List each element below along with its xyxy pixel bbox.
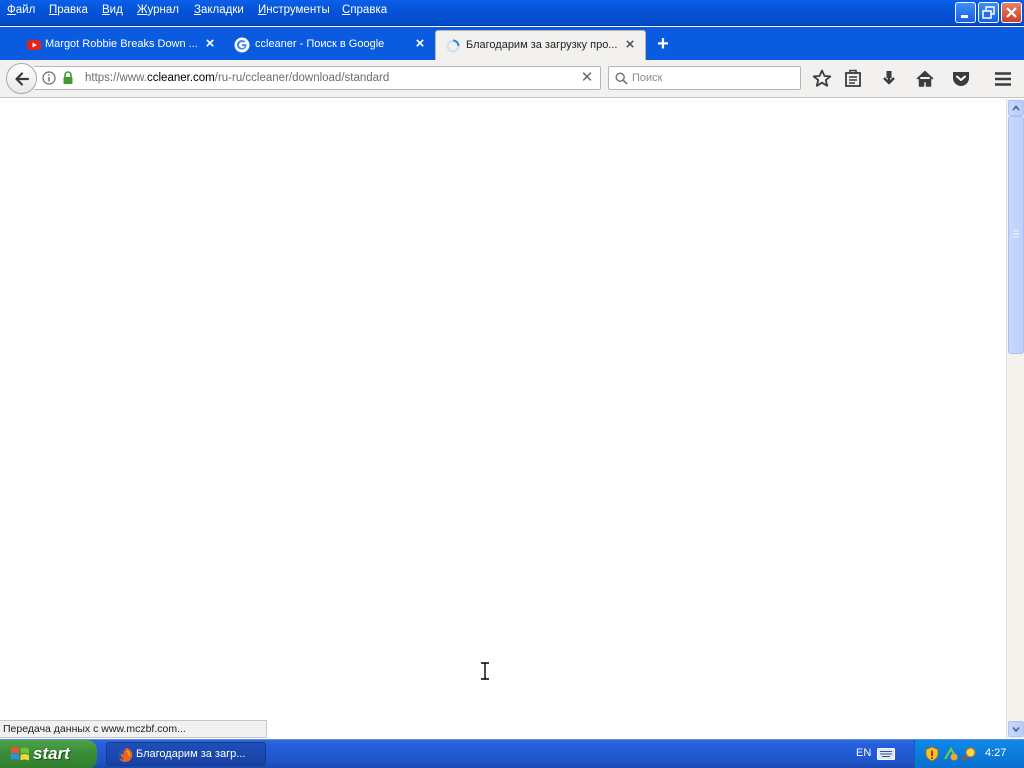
- menu-view[interactable]: Вид: [102, 4, 123, 16]
- tab-title: Margot Robbie Breaks Down ...: [45, 38, 197, 50]
- tab-youtube[interactable]: Margot Robbie Breaks Down ... ×: [16, 30, 226, 60]
- restore-button[interactable]: [978, 2, 999, 23]
- keyboard-icon[interactable]: [877, 748, 895, 760]
- clock: 4:27: [985, 747, 1007, 759]
- scrollbar-thumb[interactable]: [1008, 116, 1024, 354]
- close-window-button[interactable]: [1001, 2, 1022, 23]
- tab-close-icon[interactable]: ×: [202, 36, 218, 52]
- tab-google[interactable]: ccleaner - Поиск в Google ×: [226, 30, 434, 60]
- start-label: start: [33, 744, 70, 763]
- text-cursor-icon: [481, 662, 489, 680]
- navigation-toolbar: https://www.ccleaner.com/ru-ru/ccleaner/…: [0, 60, 1024, 98]
- lock-icon[interactable]: [62, 71, 74, 85]
- grip-icon: [1013, 230, 1019, 238]
- minimize-button[interactable]: [955, 2, 976, 23]
- tab-close-icon[interactable]: ×: [412, 36, 428, 52]
- firefox-icon: [118, 747, 133, 762]
- menu-help[interactable]: Справка: [342, 4, 387, 16]
- url-bar[interactable]: https://www.ccleaner.com/ru-ru/ccleaner/…: [34, 66, 601, 90]
- menu-file[interactable]: Файл: [7, 4, 35, 16]
- stop-loading-icon[interactable]: ✕: [578, 69, 596, 87]
- network-icon[interactable]: [943, 746, 959, 762]
- title-menu-bar: Файл Правка Вид Журнал Закладки Инструме…: [0, 0, 1024, 26]
- arrow-up-icon: [1012, 105, 1020, 111]
- bookmark-star-icon[interactable]: [810, 67, 834, 91]
- home-icon[interactable]: [913, 67, 937, 91]
- system-tray: 4:27: [914, 740, 1024, 768]
- url-host: ccleaner.com: [147, 72, 215, 84]
- url-prefix: https://www.: [85, 72, 147, 84]
- hamburger-menu-icon[interactable]: [991, 67, 1015, 91]
- info-icon[interactable]: [42, 71, 56, 85]
- tab-title: ccleaner - Поиск в Google: [255, 38, 385, 50]
- scroll-down-button[interactable]: [1008, 721, 1024, 737]
- menu-history[interactable]: Журнал: [137, 4, 179, 16]
- search-tray-icon[interactable]: [961, 746, 977, 762]
- new-tab-button[interactable]: +: [653, 34, 673, 54]
- taskbar-item-label: Благодарим за загр...: [136, 748, 246, 760]
- downloads-icon[interactable]: [877, 67, 901, 91]
- menu-tools[interactable]: Инструменты: [258, 4, 330, 16]
- taskbar: start Благодарим за загр... EN 4:27: [0, 739, 1024, 768]
- restore-icon: [982, 6, 995, 19]
- windows-logo-icon: [11, 747, 29, 761]
- start-button[interactable]: start: [0, 740, 97, 768]
- tab-strip: Margot Robbie Breaks Down ... × ccleaner…: [0, 27, 1024, 60]
- loading-spinner-icon: [446, 39, 460, 53]
- google-icon: [234, 37, 250, 53]
- menu-edit[interactable]: Правка: [49, 4, 88, 16]
- scroll-up-button[interactable]: [1008, 100, 1024, 116]
- menu-bookmarks[interactable]: Закладки: [194, 4, 244, 16]
- page-content[interactable]: [0, 99, 1006, 739]
- bookmarks-menu-icon[interactable]: [841, 67, 865, 91]
- youtube-icon: [27, 40, 41, 50]
- minimize-icon: [961, 15, 968, 18]
- taskbar-item-firefox[interactable]: Благодарим за загр...: [106, 742, 266, 766]
- url-path: /ru-ru/ccleaner/download/standard: [214, 72, 390, 84]
- security-shield-icon[interactable]: [924, 746, 940, 762]
- search-input[interactable]: Поиск: [632, 72, 662, 84]
- vertical-scrollbar[interactable]: [1006, 99, 1024, 739]
- tab-ccleaner-active[interactable]: Благодарим за загрузку про... ×: [435, 30, 646, 60]
- url-text[interactable]: https://www.ccleaner.com/ru-ru/ccleaner/…: [85, 72, 389, 84]
- tab-title: Благодарим за загрузку про...: [466, 39, 618, 51]
- pocket-icon[interactable]: [949, 67, 973, 91]
- back-arrow-icon: [15, 72, 30, 86]
- language-indicator[interactable]: EN: [856, 747, 871, 759]
- search-bar[interactable]: Поиск: [608, 66, 801, 90]
- close-icon: [1006, 7, 1017, 18]
- tab-close-icon[interactable]: ×: [622, 37, 638, 53]
- status-panel: Передача данных с www.mczbf.com...: [0, 720, 267, 738]
- back-button[interactable]: [6, 63, 37, 94]
- arrow-down-icon: [1012, 726, 1020, 733]
- search-icon: [615, 72, 628, 85]
